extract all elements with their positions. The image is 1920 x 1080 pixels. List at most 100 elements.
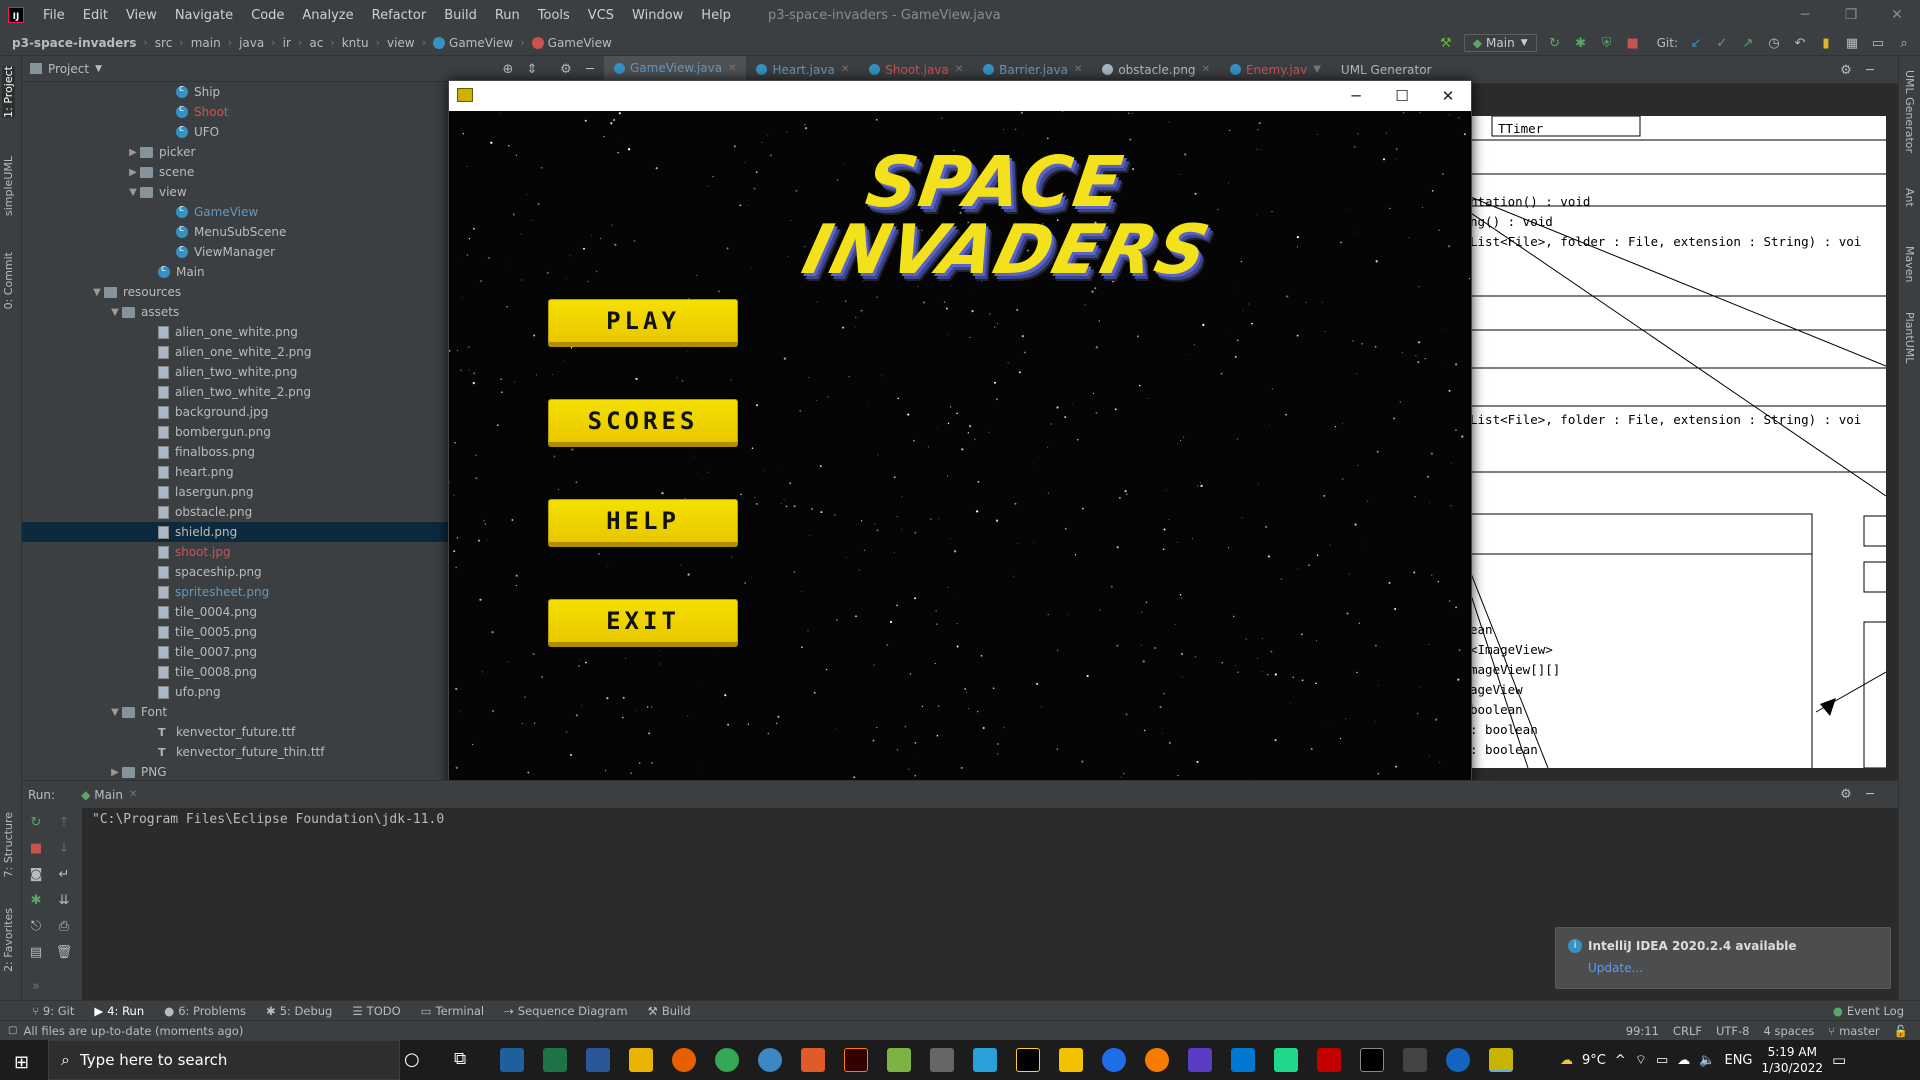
- photoshop-icon[interactable]: [500, 1048, 524, 1072]
- chevron-right-icon[interactable]: ▶: [126, 147, 140, 158]
- bottom-tab[interactable]: ⚒ Build: [638, 1001, 701, 1021]
- bottom-tab[interactable]: ✱ 5: Debug: [256, 1001, 342, 1021]
- search-everywhere-icon[interactable]: ⌕: [1896, 35, 1912, 51]
- grid-app-icon[interactable]: [887, 1048, 911, 1072]
- tab-plantuml[interactable]: PlantUML: [1903, 312, 1916, 363]
- close-icon[interactable]: ✕: [1202, 64, 1210, 75]
- stop-icon[interactable]: ■: [28, 840, 44, 856]
- tree-item[interactable]: ▼ Font: [22, 702, 450, 722]
- rollback-icon[interactable]: ↶: [1792, 35, 1808, 51]
- chevron-down-icon[interactable]: ▼: [126, 187, 140, 198]
- menu-item-analyze[interactable]: Analyze: [293, 8, 362, 23]
- tab-maven[interactable]: Maven: [1903, 246, 1916, 282]
- tab-ant[interactable]: Ant: [1903, 188, 1916, 207]
- tab-simpleuml[interactable]: simpleUML: [2, 156, 15, 216]
- tree-item[interactable]: shield.png: [22, 522, 450, 542]
- tree-item[interactable]: tile_0007.png: [22, 642, 450, 662]
- scores-button[interactable]: SCORES: [548, 399, 738, 447]
- tree-item[interactable]: Tkenvector_future.ttf: [22, 722, 450, 742]
- intellij-taskbar-icon[interactable]: [1016, 1048, 1040, 1072]
- minimize-icon[interactable]: ─: [1333, 81, 1379, 111]
- stop-icon[interactable]: ■: [1625, 35, 1641, 51]
- hide-icon[interactable]: ─: [1862, 787, 1878, 803]
- chevron-right-icon[interactable]: ▶: [108, 767, 122, 778]
- uml-diagram[interactable]: TTimer ntation() : void ng() : void List<Fi…: [1468, 116, 1886, 768]
- word-icon[interactable]: [586, 1048, 610, 1072]
- breadcrumb-method[interactable]: GameView: [528, 36, 616, 50]
- tree-item[interactable]: ViewManager: [22, 242, 450, 262]
- file-explorer-icon[interactable]: [629, 1048, 653, 1072]
- game-window-titlebar[interactable]: ─ ☐ ✕: [449, 81, 1471, 111]
- play-button[interactable]: PLAY: [548, 299, 738, 347]
- chevron-right-icon[interactable]: ▶: [126, 167, 140, 178]
- menu-item-navigate[interactable]: Navigate: [166, 8, 242, 23]
- lock-icon[interactable]: 🔓: [1894, 1024, 1908, 1038]
- java-app-taskbar-icon[interactable]: [1489, 1048, 1513, 1072]
- exit-icon[interactable]: ⎋: [28, 918, 44, 934]
- tree-item[interactable]: MenuSubScene: [22, 222, 450, 242]
- menu-item-run[interactable]: Run: [486, 8, 529, 23]
- menu-item-view[interactable]: View: [117, 8, 166, 23]
- close-icon[interactable]: ✕: [841, 64, 849, 75]
- notifications-icon[interactable]: ▭: [1832, 1051, 1846, 1069]
- vscode-icon[interactable]: [1231, 1048, 1255, 1072]
- firefox-icon[interactable]: [672, 1048, 696, 1072]
- up-icon[interactable]: ↑: [56, 814, 72, 830]
- breadcrumb-item[interactable]: java: [235, 36, 268, 50]
- project-view-select[interactable]: Project: [48, 62, 89, 76]
- bottom-tab[interactable]: ☰ TODO: [342, 1001, 410, 1021]
- debug-icon[interactable]: ✱: [28, 892, 44, 908]
- bottom-tab[interactable]: ● 6: Problems: [154, 1001, 256, 1021]
- tree-item[interactable]: shoot.jpg: [22, 542, 450, 562]
- tab-commit[interactable]: 0: Commit: [2, 252, 15, 309]
- project-structure-icon[interactable]: ▦: [1844, 35, 1860, 51]
- menu-item-code[interactable]: Code: [242, 8, 293, 23]
- tree-item[interactable]: tile_0008.png: [22, 662, 450, 682]
- breadcrumb-class[interactable]: GameView: [429, 36, 517, 50]
- chevron-down-icon[interactable]: ▼: [1313, 64, 1321, 75]
- help-button[interactable]: HELP: [548, 499, 738, 547]
- print-icon[interactable]: ⎙: [56, 918, 72, 934]
- build-hammer-icon[interactable]: ⚒: [1438, 35, 1454, 51]
- tree-item[interactable]: spritesheet.png: [22, 582, 450, 602]
- breadcrumb-item[interactable]: view: [383, 36, 419, 50]
- breadcrumb-item[interactable]: src: [151, 36, 177, 50]
- run-config-select[interactable]: ◆ Main ▼: [1463, 34, 1537, 52]
- app-icon[interactable]: [758, 1048, 782, 1072]
- tree-item[interactable]: Ship: [22, 82, 450, 102]
- rerun-icon[interactable]: ↻: [1547, 35, 1563, 51]
- git-update-icon[interactable]: ↙: [1688, 35, 1704, 51]
- tree-item[interactable]: alien_two_white_2.png: [22, 382, 450, 402]
- down-icon[interactable]: ↓: [56, 840, 72, 856]
- close-icon[interactable]: ✕: [129, 789, 137, 800]
- event-log-tab[interactable]: ● Event Log: [1823, 1001, 1914, 1021]
- task-view-icon[interactable]: ⧉: [454, 1049, 466, 1069]
- tree-item[interactable]: Tkenvector_future_thin.ttf: [22, 742, 450, 762]
- tree-item[interactable]: heart.png: [22, 462, 450, 482]
- tree-item[interactable]: obstacle.png: [22, 502, 450, 522]
- minimize-icon[interactable]: ─: [1782, 0, 1828, 30]
- tree-item[interactable]: ▼ resources: [22, 282, 450, 302]
- gear-icon[interactable]: ⚙: [1838, 787, 1854, 803]
- tree-item[interactable]: spaceship.png: [22, 562, 450, 582]
- git-push-icon[interactable]: ↗: [1740, 35, 1756, 51]
- cortana-icon[interactable]: ○: [404, 1049, 420, 1070]
- gear-icon[interactable]: ⚙: [1838, 62, 1854, 78]
- git-commit-icon[interactable]: ✓: [1714, 35, 1730, 51]
- tree-item[interactable]: ▶ PNG: [22, 762, 450, 780]
- breadcrumb-item[interactable]: kntu: [338, 36, 373, 50]
- scroll-end-icon[interactable]: ⇊: [56, 892, 72, 908]
- tree-item[interactable]: ufo.png: [22, 682, 450, 702]
- debug-icon[interactable]: ✱: [1573, 35, 1589, 51]
- tree-item[interactable]: GameView: [22, 202, 450, 222]
- tree-item[interactable]: ▼ assets: [22, 302, 450, 322]
- virtualbox-icon[interactable]: [930, 1048, 954, 1072]
- maximize-icon[interactable]: ☐: [1379, 81, 1425, 111]
- game-canvas[interactable]: SPACE INVADERS PLAY SCORES HELP EXIT: [449, 111, 1471, 873]
- app-icon[interactable]: [973, 1048, 997, 1072]
- chevron-up-icon[interactable]: ^: [1615, 1053, 1626, 1068]
- tree-item[interactable]: lasergun.png: [22, 482, 450, 502]
- menu-item-refactor[interactable]: Refactor: [363, 8, 436, 23]
- crosshair-icon[interactable]: ⊕: [500, 62, 516, 78]
- breadcrumb-item[interactable]: ac: [305, 36, 327, 50]
